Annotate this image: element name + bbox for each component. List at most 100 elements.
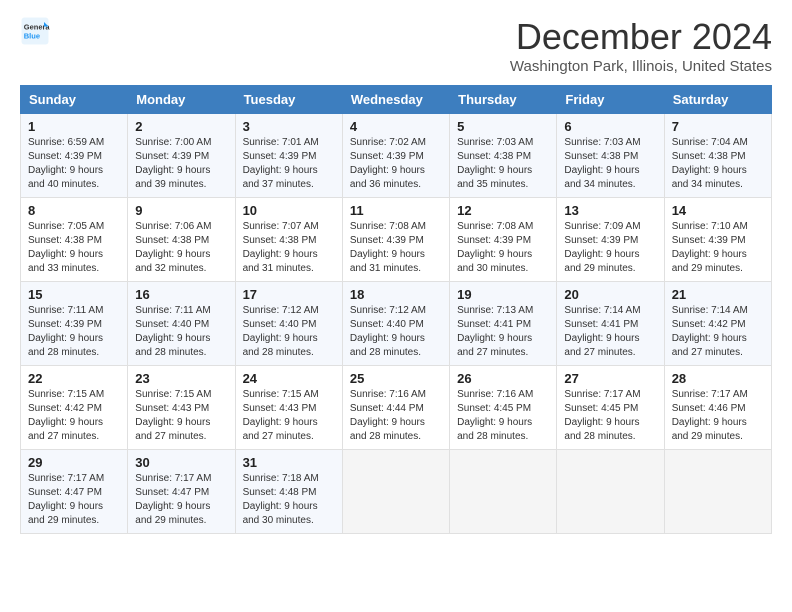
day-number: 15 bbox=[28, 287, 120, 302]
day-info: Sunrise: 7:05 AMSunset: 4:38 PMDaylight:… bbox=[28, 220, 120, 276]
calendar-dow-friday: Friday bbox=[557, 86, 664, 114]
calendar-dow-saturday: Saturday bbox=[664, 86, 771, 114]
calendar-cell: 4Sunrise: 7:02 AMSunset: 4:39 PMDaylight… bbox=[342, 114, 449, 198]
calendar-cell: 28 Sunrise: 7:17 AMSunset: 4:46 PMDayligh… bbox=[664, 366, 771, 450]
day-info: Sunrise: 7:06 AMSunset: 4:38 PMDaylight:… bbox=[135, 220, 227, 276]
calendar-week-2: 8 Sunrise: 7:05 AMSunset: 4:38 PMDaylight… bbox=[21, 198, 772, 282]
calendar-cell: 7 Sunrise: 7:04 AMSunset: 4:38 PMDaylight… bbox=[664, 114, 771, 198]
calendar-cell: 16 Sunrise: 7:11 AMSunset: 4:40 PMDayligh… bbox=[128, 282, 235, 366]
day-info: Sunrise: 7:15 AMSunset: 4:43 PMDaylight:… bbox=[243, 388, 335, 444]
day-info: Sunrise: 7:16 AMSunset: 4:45 PMDaylight:… bbox=[457, 388, 549, 444]
calendar-cell: 29 Sunrise: 7:17 AMSunset: 4:47 PMDayligh… bbox=[21, 450, 128, 534]
day-number: 22 bbox=[28, 371, 120, 386]
logo-icon: General Blue bbox=[20, 16, 50, 46]
calendar-dow-sunday: Sunday bbox=[21, 86, 128, 114]
day-info: Sunrise: 7:17 AMSunset: 4:47 PMDaylight:… bbox=[28, 472, 120, 528]
day-info: Sunrise: 7:09 AMSunset: 4:39 PMDaylight:… bbox=[564, 220, 656, 276]
day-number: 28 bbox=[672, 371, 764, 386]
calendar-dow-wednesday: Wednesday bbox=[342, 86, 449, 114]
day-number: 29 bbox=[28, 455, 120, 470]
calendar-cell: 26 Sunrise: 7:16 AMSunset: 4:45 PMDayligh… bbox=[450, 366, 557, 450]
day-info: Sunrise: 7:08 AMSunset: 4:39 PMDaylight:… bbox=[457, 220, 549, 276]
calendar-cell: 1 Sunrise: 6:59 AMSunset: 4:39 PMDaylight… bbox=[21, 114, 128, 198]
calendar-dow-monday: Monday bbox=[128, 86, 235, 114]
calendar-cell: 30 Sunrise: 7:17 AMSunset: 4:47 PMDayligh… bbox=[128, 450, 235, 534]
day-info: Sunrise: 7:14 AMSunset: 4:41 PMDaylight:… bbox=[564, 304, 656, 360]
day-number: 2 bbox=[135, 119, 227, 134]
logo: General Blue bbox=[20, 16, 50, 46]
calendar-cell: 12 Sunrise: 7:08 AMSunset: 4:39 PMDayligh… bbox=[450, 198, 557, 282]
calendar-cell: 15 Sunrise: 7:11 AMSunset: 4:39 PMDayligh… bbox=[21, 282, 128, 366]
day-number: 13 bbox=[564, 203, 656, 218]
day-number: 23 bbox=[135, 371, 227, 386]
day-number: 24 bbox=[243, 371, 335, 386]
day-number: 4 bbox=[350, 119, 442, 134]
calendar-cell: 24 Sunrise: 7:15 AMSunset: 4:43 PMDayligh… bbox=[235, 366, 342, 450]
calendar-week-3: 15 Sunrise: 7:11 AMSunset: 4:39 PMDayligh… bbox=[21, 282, 772, 366]
calendar-week-1: 1 Sunrise: 6:59 AMSunset: 4:39 PMDaylight… bbox=[21, 114, 772, 198]
calendar-cell bbox=[450, 450, 557, 534]
svg-text:Blue: Blue bbox=[24, 32, 40, 41]
calendar-cell: 27Sunrise: 7:17 AMSunset: 4:45 PMDayligh… bbox=[557, 366, 664, 450]
day-number: 3 bbox=[243, 119, 335, 134]
calendar-cell: 14Sunrise: 7:10 AMSunset: 4:39 PMDayligh… bbox=[664, 198, 771, 282]
day-number: 18 bbox=[350, 287, 442, 302]
calendar-cell: 5 Sunrise: 7:03 AMSunset: 4:38 PMDaylight… bbox=[450, 114, 557, 198]
day-info: Sunrise: 6:59 AMSunset: 4:39 PMDaylight:… bbox=[28, 136, 120, 192]
calendar-week-5: 29 Sunrise: 7:17 AMSunset: 4:47 PMDayligh… bbox=[21, 450, 772, 534]
calendar-cell: 6 Sunrise: 7:03 AMSunset: 4:38 PMDaylight… bbox=[557, 114, 664, 198]
calendar-cell bbox=[342, 450, 449, 534]
day-info: Sunrise: 7:14 AMSunset: 4:42 PMDaylight:… bbox=[672, 304, 764, 360]
day-info: Sunrise: 7:12 AMSunset: 4:40 PMDaylight:… bbox=[243, 304, 335, 360]
day-info: Sunrise: 7:03 AMSunset: 4:38 PMDaylight:… bbox=[457, 136, 549, 192]
day-number: 12 bbox=[457, 203, 549, 218]
day-number: 26 bbox=[457, 371, 549, 386]
day-info: Sunrise: 7:17 AMSunset: 4:46 PMDaylight:… bbox=[672, 388, 764, 444]
day-number: 16 bbox=[135, 287, 227, 302]
day-number: 8 bbox=[28, 203, 120, 218]
day-number: 17 bbox=[243, 287, 335, 302]
day-number: 27 bbox=[564, 371, 656, 386]
calendar-cell: 9Sunrise: 7:06 AMSunset: 4:38 PMDaylight… bbox=[128, 198, 235, 282]
day-number: 5 bbox=[457, 119, 549, 134]
day-info: Sunrise: 7:04 AMSunset: 4:38 PMDaylight:… bbox=[672, 136, 764, 192]
day-info: Sunrise: 7:03 AMSunset: 4:38 PMDaylight:… bbox=[564, 136, 656, 192]
calendar-cell: 10 Sunrise: 7:07 AMSunset: 4:38 PMDayligh… bbox=[235, 198, 342, 282]
calendar-week-4: 22 Sunrise: 7:15 AMSunset: 4:42 PMDayligh… bbox=[21, 366, 772, 450]
day-number: 19 bbox=[457, 287, 549, 302]
calendar-cell: 31 Sunrise: 7:18 AMSunset: 4:48 PMDayligh… bbox=[235, 450, 342, 534]
location: Washington Park, Illinois, United States bbox=[510, 58, 772, 75]
day-info: Sunrise: 7:11 AMSunset: 4:40 PMDaylight:… bbox=[135, 304, 227, 360]
day-number: 31 bbox=[243, 455, 335, 470]
calendar-header-row: SundayMondayTuesdayWednesdayThursdayFrid… bbox=[21, 86, 772, 114]
calendar-cell bbox=[557, 450, 664, 534]
calendar-cell: 2Sunrise: 7:00 AMSunset: 4:39 PMDaylight… bbox=[128, 114, 235, 198]
day-info: Sunrise: 7:11 AMSunset: 4:39 PMDaylight:… bbox=[28, 304, 120, 360]
day-number: 21 bbox=[672, 287, 764, 302]
day-number: 6 bbox=[564, 119, 656, 134]
day-info: Sunrise: 7:17 AMSunset: 4:47 PMDaylight:… bbox=[135, 472, 227, 528]
calendar-dow-tuesday: Tuesday bbox=[235, 86, 342, 114]
day-number: 25 bbox=[350, 371, 442, 386]
calendar-cell: 11Sunrise: 7:08 AMSunset: 4:39 PMDayligh… bbox=[342, 198, 449, 282]
day-info: Sunrise: 7:07 AMSunset: 4:38 PMDaylight:… bbox=[243, 220, 335, 276]
calendar-cell: 19Sunrise: 7:13 AMSunset: 4:41 PMDayligh… bbox=[450, 282, 557, 366]
day-info: Sunrise: 7:18 AMSunset: 4:48 PMDaylight:… bbox=[243, 472, 335, 528]
day-info: Sunrise: 7:16 AMSunset: 4:44 PMDaylight:… bbox=[350, 388, 442, 444]
calendar-cell bbox=[664, 450, 771, 534]
day-number: 7 bbox=[672, 119, 764, 134]
day-number: 1 bbox=[28, 119, 120, 134]
calendar-cell: 8 Sunrise: 7:05 AMSunset: 4:38 PMDaylight… bbox=[21, 198, 128, 282]
calendar-cell: 17 Sunrise: 7:12 AMSunset: 4:40 PMDayligh… bbox=[235, 282, 342, 366]
day-info: Sunrise: 7:08 AMSunset: 4:39 PMDaylight:… bbox=[350, 220, 442, 276]
calendar-cell: 22 Sunrise: 7:15 AMSunset: 4:42 PMDayligh… bbox=[21, 366, 128, 450]
calendar-cell: 21 Sunrise: 7:14 AMSunset: 4:42 PMDayligh… bbox=[664, 282, 771, 366]
calendar-dow-thursday: Thursday bbox=[450, 86, 557, 114]
day-info: Sunrise: 7:01 AMSunset: 4:39 PMDaylight:… bbox=[243, 136, 335, 192]
day-info: Sunrise: 7:15 AMSunset: 4:42 PMDaylight:… bbox=[28, 388, 120, 444]
calendar-cell: 25 Sunrise: 7:16 AMSunset: 4:44 PMDayligh… bbox=[342, 366, 449, 450]
calendar-cell: 3 Sunrise: 7:01 AMSunset: 4:39 PMDaylight… bbox=[235, 114, 342, 198]
day-info: Sunrise: 7:15 AMSunset: 4:43 PMDaylight:… bbox=[135, 388, 227, 444]
day-number: 10 bbox=[243, 203, 335, 218]
day-number: 30 bbox=[135, 455, 227, 470]
